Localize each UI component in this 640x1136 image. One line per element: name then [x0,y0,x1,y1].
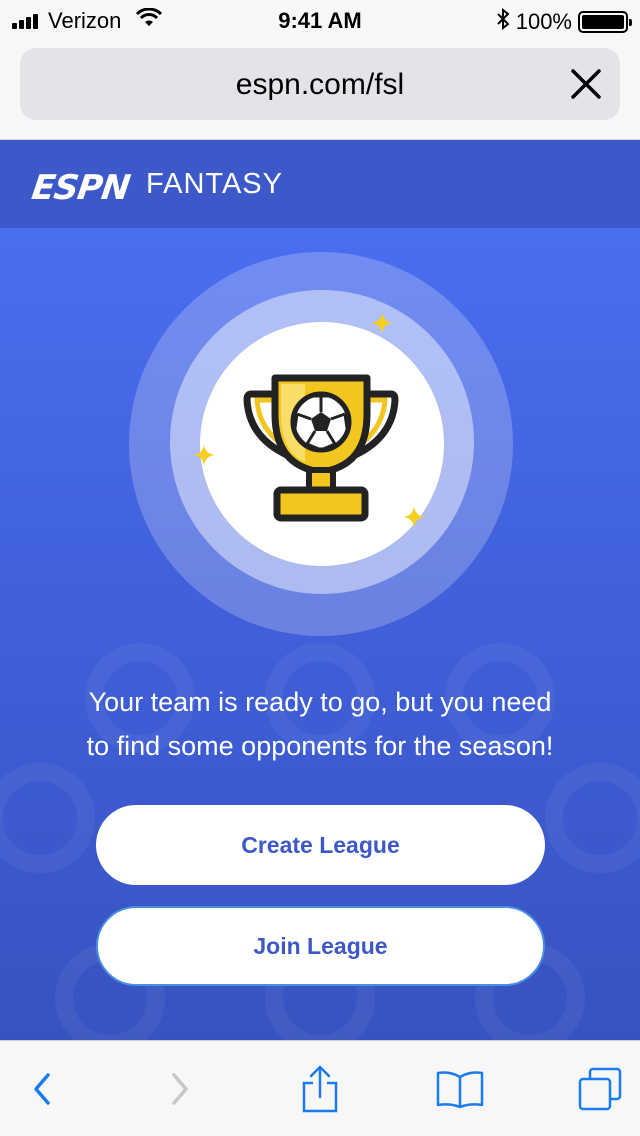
espn-logo[interactable]: ESPN [29,168,132,208]
create-league-button[interactable]: Create League [96,805,545,885]
tabs-icon[interactable] [574,1063,626,1115]
sparkle-icon [371,312,393,334]
chevron-left-icon[interactable] [16,1063,68,1115]
soccer-trophy-icon [243,372,399,524]
book-icon[interactable] [434,1063,486,1115]
sparkle-icon [193,444,215,466]
status-right: 100% [496,7,632,36]
main-content: Your team is ready to go, but you need t… [0,228,640,1040]
status-bar: Verizon 9:41 AM 100% [0,0,640,40]
chevron-right-icon[interactable] [154,1063,206,1115]
share-icon[interactable] [294,1063,346,1115]
join-league-button[interactable]: Join League [96,906,545,986]
close-icon[interactable] [568,66,604,102]
url-text[interactable]: espn.com/fsl [20,68,620,102]
hero-message-line-1: Your team is ready to go, but you need [88,687,552,717]
battery-icon [578,11,632,33]
battery-percent: 100% [515,9,572,34]
hero-message-line-2: to find some opponents for the season! [86,731,554,761]
sparkle-icon [403,506,425,528]
bluetooth-icon [496,7,510,36]
espn-header: ESPN FANTASY [0,140,640,228]
browser-url-area: espn.com/fsl [0,40,640,140]
battery-fill [582,15,624,29]
fantasy-label: FANTASY [146,168,283,200]
address-bar[interactable]: espn.com/fsl [20,48,620,120]
browser-toolbar [0,1040,640,1136]
hero-message: Your team is ready to go, but you need t… [40,680,600,768]
